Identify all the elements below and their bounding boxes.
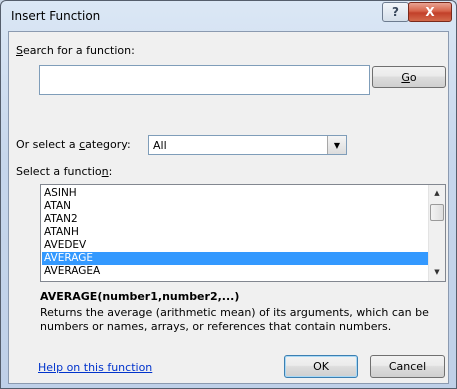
function-description: Returns the average (arithmetic mean) of…: [40, 306, 429, 333]
function-signature: AVERAGE(number1,number2,...): [40, 290, 240, 303]
title-bar[interactable]: Insert Function ? X: [1, 1, 456, 31]
category-label: Or select a category:: [16, 138, 131, 151]
go-button-label: Go: [401, 70, 417, 84]
scroll-thumb[interactable]: [430, 204, 444, 221]
list-item[interactable]: AVERAGE: [42, 252, 428, 265]
scroll-up-button[interactable]: ▲: [429, 185, 445, 201]
function-listbox[interactable]: ASINH ATAN ATAN2 ATANH AVEDEV AVERAGE AV…: [40, 184, 446, 282]
chevron-down-icon: ▼: [434, 268, 440, 276]
close-icon: X: [425, 5, 435, 19]
category-selected-value: All: [153, 139, 167, 152]
list-item[interactable]: ASINH: [42, 187, 428, 200]
list-item[interactable]: ATAN2: [42, 213, 428, 226]
go-button[interactable]: Go: [372, 66, 446, 88]
ok-button[interactable]: OK: [284, 355, 358, 378]
list-item[interactable]: ATANH: [42, 226, 428, 239]
list-item[interactable]: AVEDEV: [42, 239, 428, 252]
search-label: Search for a function:: [16, 44, 135, 57]
dialog-title: Insert Function: [11, 9, 101, 23]
insert-function-dialog: Insert Function ? X Search for a functio…: [0, 0, 457, 389]
function-list-label: Select a function:: [16, 165, 113, 178]
list-item[interactable]: ATAN: [42, 200, 428, 213]
search-input[interactable]: [39, 65, 370, 95]
question-icon: ?: [392, 5, 399, 19]
help-on-function-link[interactable]: Help on this function: [38, 361, 152, 374]
cancel-button[interactable]: Cancel: [370, 355, 445, 378]
category-select[interactable]: All ▼: [148, 135, 347, 155]
list-scrollbar[interactable]: ▲ ▼: [428, 185, 445, 281]
help-button[interactable]: ?: [382, 2, 409, 22]
chevron-up-icon: ▲: [434, 189, 440, 197]
ok-button-label: OK: [313, 360, 329, 373]
dropdown-arrow-button[interactable]: ▼: [327, 136, 346, 154]
chevron-down-icon: ▼: [333, 140, 341, 150]
cancel-button-label: Cancel: [388, 360, 427, 373]
scroll-down-button[interactable]: ▼: [429, 264, 445, 280]
dialog-body: Search for a function: Go Or select a ca…: [8, 31, 449, 384]
close-button[interactable]: X: [408, 2, 452, 22]
list-item[interactable]: AVERAGEA: [42, 265, 428, 278]
